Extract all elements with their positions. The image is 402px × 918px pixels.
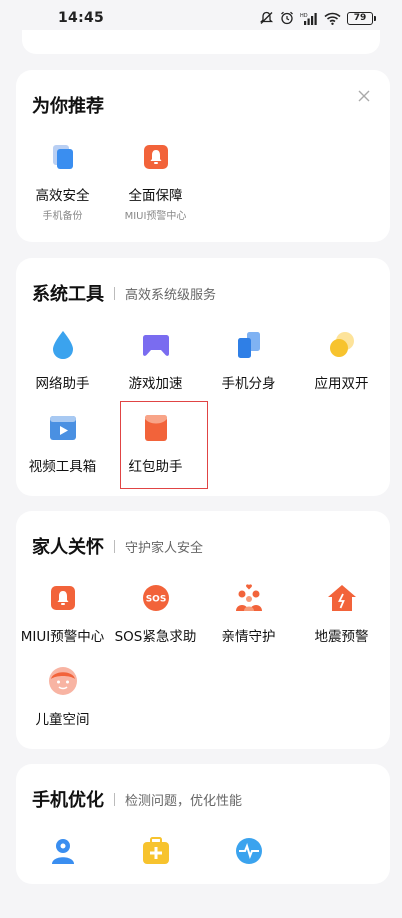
family-care-card: 家人关怀 守护家人安全 MIUI预警中心 SOS SOS紧急求助 亲情守护 地震… bbox=[16, 511, 390, 749]
backup-icon bbox=[48, 142, 78, 172]
phone-optimize-title: 手机优化 bbox=[32, 790, 104, 811]
tile-optimize-1[interactable] bbox=[16, 836, 109, 918]
phone-optimize-card: 手机优化 检测问题，优化性能 bbox=[16, 764, 390, 884]
sos-icon: SOS bbox=[141, 583, 171, 613]
tile-network-assistant[interactable]: 网络助手 bbox=[16, 330, 109, 412]
tile-label: 地震预警 bbox=[314, 629, 369, 645]
tile-miui-alert-center[interactable]: MIUI预警中心 bbox=[16, 583, 109, 665]
tile-label: 高效安全 bbox=[35, 188, 90, 204]
dual-phone-icon bbox=[234, 330, 264, 360]
tile-kids-space[interactable]: 儿童空间 bbox=[16, 666, 109, 748]
previous-card-bottom bbox=[22, 30, 380, 54]
recommend-card: 为你推荐 高效安全 手机备份 全面保障 MIUI预警中心 bbox=[16, 70, 390, 242]
tile-optimize-3[interactable] bbox=[202, 836, 295, 918]
battery-level: 79 bbox=[347, 11, 373, 25]
close-button[interactable] bbox=[356, 88, 372, 104]
tile-label: 手机分身 bbox=[221, 376, 276, 392]
tile-sos[interactable]: SOS SOS紧急求助 bbox=[109, 583, 202, 665]
tile-label: 视频工具箱 bbox=[28, 459, 97, 475]
tile-sublabel: MIUI预警中心 bbox=[124, 211, 187, 222]
alert-bell-icon bbox=[141, 142, 171, 172]
alarm-icon bbox=[280, 11, 294, 25]
tile-miui-alert[interactable]: 全面保障 MIUI预警中心 bbox=[109, 142, 202, 224]
house-crack-icon bbox=[327, 583, 357, 613]
svg-text:HD: HD bbox=[300, 13, 308, 19]
tile-phone-backup[interactable]: 高效安全 手机备份 bbox=[16, 142, 109, 224]
system-tools-card: 系统工具 高效系统级服务 网络助手 游戏加速 手机分身 应用双开 视频工具箱 红… bbox=[16, 258, 390, 496]
wifi-icon bbox=[324, 12, 341, 25]
gamepad-icon bbox=[141, 330, 171, 360]
phone-optimize-subtitle: 检测问题，优化性能 bbox=[125, 793, 243, 809]
signal-icon: HD bbox=[300, 12, 318, 25]
battery-icon: 79 bbox=[347, 11, 376, 25]
tile-label: 全面保障 bbox=[128, 188, 183, 204]
tile-earthquake-warning[interactable]: 地震预警 bbox=[295, 583, 388, 665]
system-tools-header: 系统工具 高效系统级服务 bbox=[32, 280, 216, 306]
tile-second-space[interactable]: 手机分身 bbox=[202, 330, 295, 412]
family-care-title: 家人关怀 bbox=[32, 537, 104, 558]
family-care-subtitle: 守护家人安全 bbox=[125, 540, 204, 556]
tile-label: 网络助手 bbox=[35, 376, 90, 392]
recommend-title: 为你推荐 bbox=[32, 96, 104, 117]
header-divider bbox=[114, 792, 115, 806]
tile-game-boost[interactable]: 游戏加速 bbox=[109, 330, 202, 412]
status-time: 14:45 bbox=[58, 10, 105, 26]
child-face-icon bbox=[48, 666, 78, 696]
family-care-header: 家人关怀 守护家人安全 bbox=[32, 533, 203, 559]
tile-family-guard[interactable]: 亲情守护 bbox=[202, 583, 295, 665]
header-divider bbox=[114, 286, 115, 300]
close-icon bbox=[358, 90, 370, 102]
family-icon bbox=[234, 583, 264, 613]
silent-mode-icon bbox=[259, 11, 274, 25]
sos-icon-text: SOS bbox=[145, 595, 166, 605]
header-divider bbox=[114, 539, 115, 553]
alert-bell-icon bbox=[48, 583, 78, 613]
phone-optimize-header: 手机优化 检测问题，优化性能 bbox=[32, 786, 242, 812]
recommend-header: 为你推荐 bbox=[32, 92, 104, 118]
tile-label: MIUI预警中心 bbox=[20, 629, 105, 645]
tile-label: 游戏加速 bbox=[128, 376, 183, 392]
dual-circle-icon bbox=[327, 330, 357, 360]
selection-highlight bbox=[120, 401, 208, 489]
water-drop-icon bbox=[48, 330, 78, 360]
tile-optimize-2[interactable] bbox=[109, 836, 202, 918]
tile-label: 应用双开 bbox=[314, 376, 369, 392]
tile-label: SOS紧急求助 bbox=[114, 629, 197, 645]
tile-label: 儿童空间 bbox=[35, 712, 90, 728]
tile-label: 亲情守护 bbox=[221, 629, 276, 645]
tile-sublabel: 手机备份 bbox=[42, 211, 83, 222]
system-tools-title: 系统工具 bbox=[32, 284, 104, 305]
system-tools-subtitle: 高效系统级服务 bbox=[125, 287, 217, 303]
video-icon bbox=[48, 413, 78, 443]
status-icons: HD 79 bbox=[259, 11, 376, 25]
tile-dual-apps[interactable]: 应用双开 bbox=[295, 330, 388, 412]
tile-video-toolbox[interactable]: 视频工具箱 bbox=[16, 413, 109, 495]
